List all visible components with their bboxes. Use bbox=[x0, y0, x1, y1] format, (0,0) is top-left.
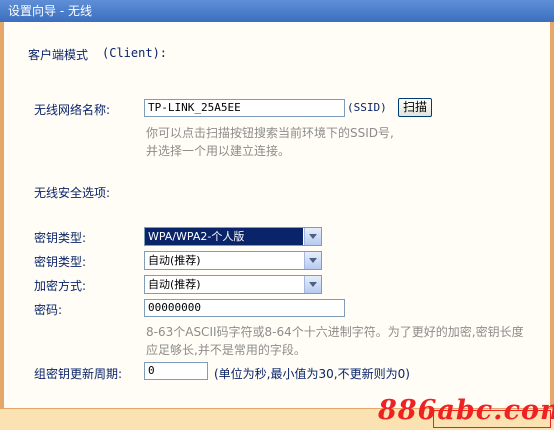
password-hint-line1: 8-63个ASCII码字符或8-64个十六进制字符。为了更好的加密,密钥长度 bbox=[146, 325, 524, 339]
ssid-hint-line2: 并选择一个用以建立连接。 bbox=[146, 144, 291, 158]
window-title: 设置向导 - 无线 bbox=[0, 0, 554, 22]
key-type2-value: 自动(推荐) bbox=[148, 254, 201, 267]
renew-label: 组密钥更新周期: bbox=[34, 367, 123, 381]
security-section-label: 无线安全选项: bbox=[34, 186, 111, 200]
watermark: 886abc.com bbox=[378, 395, 554, 426]
key-type2-select[interactable]: 自动(推荐) bbox=[144, 251, 322, 270]
chevron-down-icon[interactable] bbox=[304, 228, 321, 245]
mode-value: (Client): bbox=[102, 46, 168, 60]
chevron-down-icon[interactable] bbox=[304, 252, 321, 269]
scan-button[interactable]: 扫描 bbox=[398, 98, 432, 117]
ssid-hint-line1: 你可以点击扫描按钮搜索当前环境下的SSID号, bbox=[146, 126, 394, 140]
chevron-down-icon[interactable] bbox=[304, 276, 321, 293]
encryption-value: 自动(推荐) bbox=[148, 278, 201, 291]
mode-label: 客户端模式 bbox=[28, 48, 89, 62]
encryption-label: 加密方式: bbox=[34, 279, 87, 293]
ssid-input[interactable]: TP-LINK_25A5EE bbox=[144, 99, 345, 117]
renew-hint: (单位为秒,最小值为30,不更新则为0) bbox=[214, 367, 410, 381]
password-input[interactable]: 00000000 bbox=[144, 299, 345, 317]
renew-input[interactable]: 0 bbox=[144, 362, 208, 380]
key-type2-label: 密钥类型: bbox=[34, 255, 87, 269]
encryption-select[interactable]: 自动(推荐) bbox=[144, 275, 322, 294]
key-type-value: WPA/WPA2-个人版 bbox=[145, 228, 303, 245]
ssid-suffix: (SSID) bbox=[347, 101, 387, 114]
password-label: 密码: bbox=[34, 303, 63, 317]
password-hint-line2: 应足够长,并不是常用的字段。 bbox=[146, 343, 306, 357]
key-type-label: 密钥类型: bbox=[34, 231, 87, 245]
ssid-label: 无线网络名称: bbox=[34, 103, 111, 117]
key-type-select[interactable]: WPA/WPA2-个人版 bbox=[144, 227, 322, 246]
